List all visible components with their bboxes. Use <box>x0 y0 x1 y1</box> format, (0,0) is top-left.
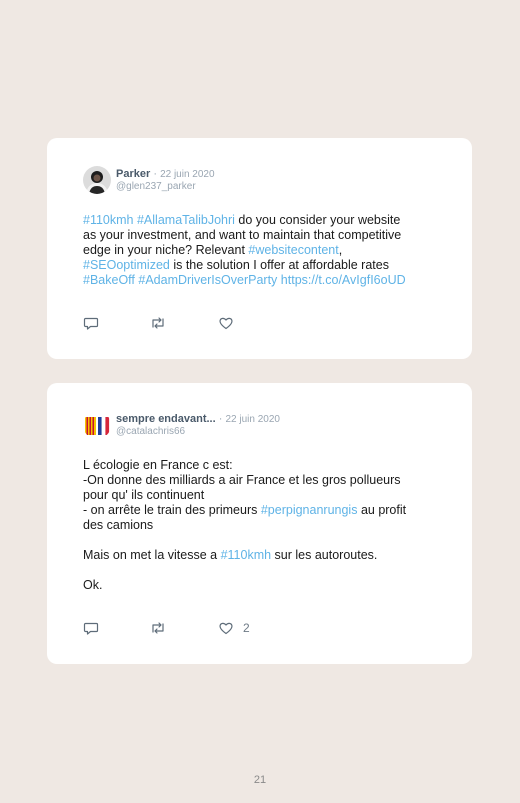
tweet-date[interactable]: 22 juin 2020 <box>225 414 280 425</box>
tweet-card[interactable]: Parker · 22 juin 2020 @glen237_parker #1… <box>47 138 472 359</box>
tweet-text: L écologie en France c est: -On donne de… <box>83 458 438 593</box>
reply-button[interactable] <box>83 620 99 636</box>
text-line: des camions <box>83 518 154 532</box>
tweet-actions <box>83 315 383 333</box>
text-span: au profit <box>357 503 407 517</box>
reply-button[interactable] <box>83 315 99 331</box>
hashtag[interactable]: #websitecontent <box>248 243 338 257</box>
text-span: is the solution I offer at affordable ra… <box>169 258 389 272</box>
author-handle[interactable]: @glen237_parker <box>116 181 196 192</box>
hashtag[interactable]: #AllamaTalibJohri <box>137 213 235 227</box>
avatar[interactable] <box>83 411 111 439</box>
hashtag[interactable]: #AdamDriverIsOverParty <box>138 273 277 287</box>
text-line: Ok. <box>83 578 103 592</box>
like-count: 2 <box>243 621 250 635</box>
author-name[interactable]: sempre endavant... <box>116 413 216 425</box>
retweet-icon <box>152 622 164 634</box>
text-line: -On donne des milliards a air France et … <box>83 473 401 487</box>
retweet-icon <box>152 317 164 329</box>
retweet-button[interactable] <box>149 620 167 636</box>
reply-icon <box>83 317 99 330</box>
text-span: - on arrête le train des primeurs <box>83 503 261 517</box>
like-button[interactable] <box>218 315 243 331</box>
text-span: edge in your niche? Relevant <box>83 243 249 257</box>
tweet-link[interactable]: https://t.co/AvIgfI6oUD <box>281 273 406 287</box>
separator: · <box>153 168 157 180</box>
text-span: Mais on met la vitesse a <box>83 548 221 562</box>
text-line: L écologie en France c est: <box>83 458 233 472</box>
page-number: 21 <box>253 774 267 786</box>
heart-icon <box>219 317 233 330</box>
text-span: sur les autoroutes. <box>271 548 378 562</box>
author-line: sempre endavant... · 22 juin 2020 <box>116 413 280 425</box>
separator: · <box>218 413 223 425</box>
tweet-card[interactable]: sempre endavant... · 22 juin 2020 @catal… <box>47 383 472 664</box>
text-span: do you consider your website <box>234 213 401 227</box>
text-line: as your investment, and want to maintain… <box>83 228 402 242</box>
avatar[interactable] <box>83 166 111 194</box>
text-line: pour qu' ils continuent <box>83 488 205 502</box>
author-line: Parker · 22 juin 2020 <box>116 168 215 180</box>
hashtag[interactable]: #BakeOff <box>83 273 135 287</box>
hashtag[interactable]: #perpignanrungis <box>261 503 358 517</box>
tweet-text: #110kmh #AllamaTalibJohri do you conside… <box>83 213 438 288</box>
author-name[interactable]: Parker <box>116 168 150 180</box>
like-button[interactable]: 2 <box>218 620 250 636</box>
reply-icon <box>83 622 99 635</box>
heart-icon <box>219 622 233 635</box>
hashtag[interactable]: #110kmh <box>221 548 272 562</box>
hashtag[interactable]: #SEOoptimized <box>83 258 170 272</box>
hashtag[interactable]: #110kmh <box>83 213 134 227</box>
author-handle[interactable]: @catalachris66 <box>116 426 185 437</box>
text-span: , <box>338 243 343 257</box>
tweet-actions: 2 <box>83 620 383 638</box>
retweet-button[interactable] <box>149 315 167 331</box>
tweet-date[interactable]: 22 juin 2020 <box>160 169 215 180</box>
